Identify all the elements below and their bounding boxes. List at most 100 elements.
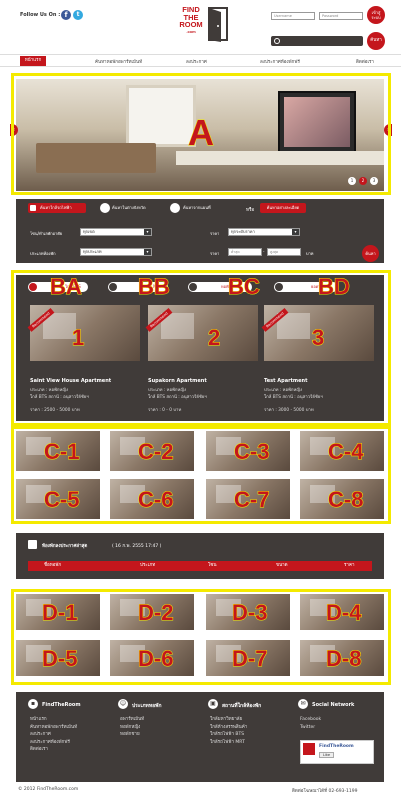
- main-nav: หน้าแรก ค้นหาหอพักอพาร์ทเม้นท์ ลงประกาศ …: [0, 54, 401, 67]
- logo-line3: ROOM: [179, 20, 203, 29]
- province-icon: [100, 203, 110, 213]
- search-submit-label: ค้นหา: [365, 251, 376, 256]
- footer-link[interactable]: ใกล้รถไฟฟ้า MRT: [210, 739, 247, 747]
- col-zone[interactable]: โซน: [208, 561, 217, 571]
- footer-link[interactable]: ใกล้รถไฟฟ้า BTS: [210, 731, 247, 739]
- search-panel: ค้นหาใกล้รถไฟฟ้า ค้นหาในต่างจังหวัด ค้นห…: [16, 199, 384, 263]
- tab-province-label: ค้นหาในต่างจังหวัด: [112, 205, 146, 210]
- col-size[interactable]: ขนาด: [276, 561, 288, 571]
- tab-province[interactable]: ค้นหาในต่างจังหวัด: [100, 203, 162, 213]
- copyright: © 2012 FindTheRoom.com: [18, 787, 79, 792]
- price-max-input[interactable]: สูงสุด: [267, 248, 301, 256]
- footer-link[interactable]: ลงประกาศห้องพักฟรี: [30, 739, 77, 747]
- login-button-label: เข้าสู่ระบบ: [371, 10, 381, 20]
- facebook-icon[interactable]: f: [61, 10, 71, 20]
- range-dash: -: [263, 249, 265, 254]
- footer-col1-links: หน้าแรก ค้นหาหอพักอพาร์ทเม้นท์ ลงประกาศ …: [30, 716, 77, 754]
- password-placeholder: Password: [322, 14, 339, 18]
- type-select[interactable]: ทุกประเภท ▾: [80, 248, 152, 256]
- zone-label: โซน/ทำเลพักอาศัย: [30, 231, 63, 236]
- contact-text: ติดต่อโฆษณาได้ที่ 02-693-1199: [292, 789, 358, 794]
- tab-map[interactable]: ค้นหาจากแผนที่: [170, 203, 232, 213]
- footer-link[interactable]: ลงประกาศ: [30, 731, 77, 739]
- tab-advanced-label: ค้นหาอย่างละเอียด: [266, 205, 300, 210]
- search-submit-button[interactable]: ค้นหา: [362, 245, 379, 262]
- latest-title: ห้องพักลงประกาศล่าสุด: [42, 544, 88, 549]
- header: Follow Us On : f t FIND THE ROOM .com Us…: [0, 0, 401, 50]
- login-button[interactable]: เข้าสู่ระบบ: [367, 6, 385, 24]
- annotation-bd: BD: [318, 274, 351, 300]
- annotation-ba: BA: [50, 274, 83, 300]
- username-placeholder: Username: [274, 14, 292, 18]
- footer-link[interactable]: ค้นหาหอพักอพาร์ทเม้นท์: [30, 724, 77, 732]
- password-input[interactable]: Password: [319, 12, 363, 20]
- train-icon: [30, 205, 36, 211]
- price-level-label: ราคา: [210, 231, 220, 236]
- search-icon: [274, 38, 280, 44]
- footer-col4-title: Social Network: [312, 702, 355, 708]
- price-unit: บาท: [306, 251, 314, 256]
- chevron-down-icon: ▾: [144, 249, 151, 255]
- col-name[interactable]: ชื่อหอพัก: [44, 561, 61, 571]
- site-logo[interactable]: FIND THE ROOM .com: [176, 6, 236, 46]
- annotation-bc: BC: [228, 274, 261, 300]
- footer-link[interactable]: ใกล้ห้างสรรพสินค้า: [210, 724, 247, 732]
- nav-item-home[interactable]: หน้าแรก: [20, 56, 46, 66]
- chat-icon: ✉: [298, 699, 308, 709]
- footer-col2-title: ประเภทหอพัก: [132, 703, 162, 709]
- col-type[interactable]: ประเภท: [140, 561, 155, 571]
- people-icon: ☺: [118, 699, 128, 709]
- nav-item-post[interactable]: ลงประกาศ: [186, 58, 207, 65]
- tab-near-train[interactable]: ค้นหาใกล้รถไฟฟ้า: [28, 203, 86, 213]
- footer-link[interactable]: ใกล้มหาวิทยาลัย: [210, 716, 247, 724]
- footer-link-facebook[interactable]: Facebook: [300, 716, 321, 724]
- footer-link[interactable]: หอพักหญิง: [120, 724, 144, 732]
- search-input[interactable]: [271, 36, 363, 46]
- fb-like-button[interactable]: Like: [319, 752, 334, 758]
- price-min-input[interactable]: ต่ำสุด: [228, 248, 262, 256]
- findtheroom-icon: ▪: [28, 699, 38, 709]
- search-button[interactable]: ค้นหา: [367, 32, 385, 50]
- or-label: หรือ: [246, 208, 255, 213]
- logo-line4: .com: [186, 28, 196, 34]
- fb-box-avatar: [303, 743, 315, 755]
- footer-link[interactable]: หอพักชาย: [120, 731, 144, 739]
- footer-col3-links: ใกล้มหาวิทยาลัย ใกล้ห้างสรรพสินค้า ใกล้ร…: [210, 716, 247, 746]
- footer-link[interactable]: ติดต่อเรา: [30, 746, 77, 754]
- price-range-label: ราคา: [210, 251, 220, 256]
- footer-link[interactable]: หน้าแรก: [30, 716, 77, 724]
- footer-col3-title: สถานที่ใกล้ห้องพัก: [222, 703, 262, 709]
- latest-table-header: ชื่อหอพัก ประเภท โซน ขนาด ราคา: [28, 561, 372, 571]
- twitter-icon[interactable]: t: [73, 10, 83, 20]
- facebook-like-box[interactable]: FindTheRoom Like: [300, 740, 374, 764]
- footer-link-twitter[interactable]: Twitter: [300, 724, 321, 732]
- nav-home-label: หน้าแรก: [24, 58, 42, 63]
- type-select-value: ทุกประเภท: [83, 249, 102, 254]
- chevron-down-icon: ▾: [292, 229, 299, 235]
- price-max-placeholder: สูงสุด: [270, 250, 279, 254]
- nav-item-free-post[interactable]: ลงประกาศห้องพักฟรี: [260, 58, 300, 65]
- price-level-select[interactable]: ทุกระดับราคา ▾: [228, 228, 300, 236]
- footer-link[interactable]: อพาร์ทเม้นท์: [120, 716, 144, 724]
- door-icon: [208, 7, 228, 42]
- tab-advanced[interactable]: ค้นหาอย่างละเอียด: [260, 203, 306, 213]
- search-button-label: ค้นหา: [370, 38, 382, 43]
- zone-select[interactable]: ทุกเขต ▾: [80, 228, 152, 236]
- latest-timestamp: ( 16 ก.พ. 2555 17:47 ): [112, 544, 162, 549]
- fb-box-title: FindTheRoom: [319, 744, 354, 749]
- username-input[interactable]: Username: [271, 12, 315, 20]
- footer-col1-title: FindTheRoom: [42, 702, 81, 708]
- chevron-down-icon: ▾: [144, 229, 151, 235]
- price-level-select-value: ทุกระดับราคา: [231, 229, 255, 234]
- latest-panel: ห้องพักลงประกาศล่าสุด ( 16 ก.พ. 2555 17:…: [16, 533, 384, 579]
- highlight-c: [11, 426, 391, 524]
- footer-col2-links: อพาร์ทเม้นท์ หอพักหญิง หอพักชาย: [120, 716, 144, 739]
- type-label: ประเภทห้องพัก: [30, 251, 56, 256]
- tab-near-train-label: ค้นหาใกล้รถไฟฟ้า: [40, 205, 72, 210]
- col-price[interactable]: ราคา: [344, 561, 354, 571]
- map-pin-icon: [170, 203, 180, 213]
- nav-item-search[interactable]: ค้นหาหอพักอพาร์ทเม้นท์: [95, 58, 142, 65]
- building-icon: ▣: [208, 699, 218, 709]
- price-min-placeholder: ต่ำสุด: [231, 250, 240, 254]
- nav-item-contact[interactable]: ติดต่อเรา: [356, 58, 374, 65]
